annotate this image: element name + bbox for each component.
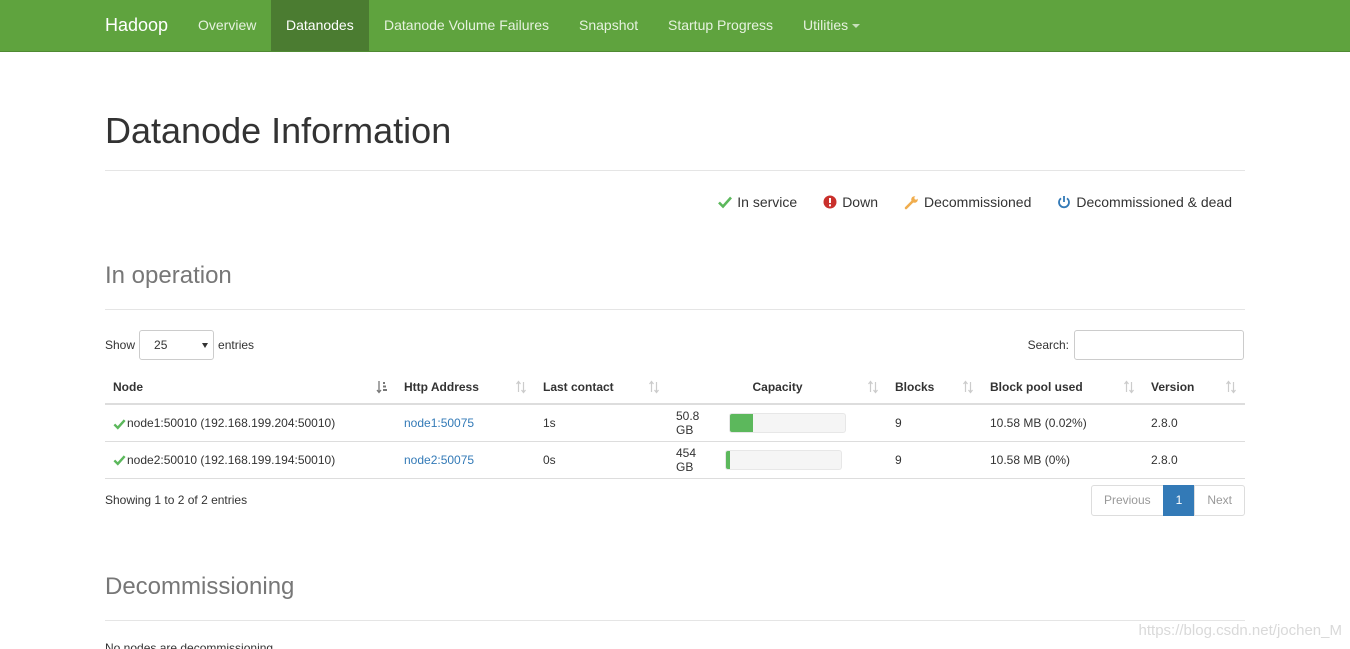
search-label: Search: (1027, 338, 1069, 352)
column-label: Capacity (752, 379, 803, 394)
wrench-icon (904, 195, 918, 209)
brand-logo[interactable]: Hadoop (105, 0, 168, 51)
sort-ascending-icon (376, 381, 387, 394)
capacity-progress-bar (728, 412, 846, 433)
capacity-value: 454 GB (676, 445, 697, 474)
nav-utilities-label: Utilities (803, 17, 849, 33)
legend-in-service: In service (718, 192, 797, 212)
in-service-check-icon (113, 418, 126, 430)
nav-utilities-dropdown[interactable]: Utilities (788, 0, 875, 51)
datanodes-table: Node Http Address Last contact Capacity … (105, 370, 1245, 479)
cell-node: node1:50010 (192.168.199.204:50010) (105, 404, 396, 442)
column-header-capacity[interactable]: Capacity (668, 370, 887, 405)
divider (105, 170, 1245, 171)
legend-label: Down (842, 194, 878, 210)
sort-both-icon (868, 380, 878, 394)
column-header-blocks[interactable]: Blocks (887, 370, 982, 405)
sort-both-icon (516, 380, 526, 394)
divider (105, 309, 1245, 310)
section-title-decommissioning: Decommissioning (105, 573, 295, 600)
section-title-in-operation: In operation (105, 262, 232, 289)
power-icon (1058, 196, 1071, 209)
legend-down: Down (823, 192, 878, 212)
page-size-control: Show 25 entries (105, 330, 254, 360)
cell-blocks: 9 (887, 404, 982, 442)
sort-both-icon (649, 380, 659, 394)
capacity-value: 50.8 GB (676, 408, 700, 437)
cell-version: 2.8.0 (1143, 441, 1245, 479)
column-header-block-pool-used[interactable]: Block pool used (982, 370, 1143, 405)
nav-overview[interactable]: Overview (183, 0, 271, 51)
table-info: Showing 1 to 2 of 2 entries (105, 493, 248, 507)
nav-datanodes[interactable]: Datanodes (271, 0, 369, 51)
cell-last-contact: 0s (535, 441, 668, 479)
decommissioning-empty-text: No nodes are decommissioning (105, 641, 274, 649)
column-label: Blocks (895, 379, 935, 394)
column-header-node[interactable]: Node (105, 370, 396, 405)
status-legend: In service Down Decommissioned Decommiss… (718, 192, 1232, 212)
legend-label: Decommissioned & dead (1076, 194, 1232, 210)
node-name: node1:50010 (192.168.199.204:50010) (127, 415, 336, 430)
table-row: node2:50010 (192.168.199.194:50010) node… (105, 441, 1245, 479)
sort-both-icon (1124, 380, 1134, 394)
capacity-progress-bar (725, 449, 842, 470)
pagination-previous-button[interactable]: Previous (1090, 485, 1164, 516)
nav-datanode-volume-failures[interactable]: Datanode Volume Failures (369, 0, 564, 51)
page-size-value: 25 (154, 338, 168, 352)
caret-down-icon (852, 24, 861, 29)
cell-http-address: node2:50075 (396, 441, 535, 479)
column-label: Last contact (543, 379, 614, 394)
pagination-next-button[interactable]: Next (1194, 485, 1245, 516)
capacity-progress-fill (729, 413, 753, 432)
pagination: Previous 1 Next (1090, 485, 1245, 516)
nav-snapshot[interactable]: Snapshot (564, 0, 653, 51)
check-icon (718, 196, 733, 209)
divider (105, 620, 1245, 621)
nav-startup-progress[interactable]: Startup Progress (653, 0, 788, 51)
cell-version: 2.8.0 (1143, 404, 1245, 442)
exclamation-circle-icon (823, 195, 837, 209)
page-size-select[interactable]: 25 (139, 330, 215, 360)
column-label: Http Address (404, 379, 479, 394)
column-label: Version (1151, 379, 1195, 394)
show-label: Show (105, 338, 136, 352)
legend-label: Decommissioned (923, 194, 1032, 210)
search-control: Search: (1028, 330, 1244, 360)
table-header-row: Node Http Address Last contact Capacity … (105, 370, 1245, 405)
legend-decommissioned: Decommissioned (904, 192, 1031, 212)
table-row: node1:50010 (192.168.199.204:50010) node… (105, 404, 1245, 442)
legend-decommissioned-dead: Decommissioned & dead (1057, 192, 1232, 212)
column-header-last-contact[interactable]: Last contact (535, 370, 668, 405)
cell-block-pool-used: 10.58 MB (0%) (982, 441, 1143, 479)
sort-both-icon (1226, 380, 1236, 394)
pagination-page-1[interactable]: 1 (1162, 485, 1196, 516)
http-address-link[interactable]: node2:50075 (404, 453, 474, 467)
column-label: Block pool used (990, 379, 1083, 394)
cell-last-contact: 1s (535, 404, 668, 442)
column-header-version[interactable]: Version (1143, 370, 1245, 405)
top-navbar: Hadoop Overview Datanodes Datanode Volum… (0, 0, 1350, 52)
in-service-check-icon (113, 455, 126, 466)
column-header-http-address[interactable]: Http Address (396, 370, 535, 405)
entries-label: entries (218, 338, 255, 352)
cell-node: node2:50010 (192.168.199.194:50010) (105, 441, 396, 479)
select-arrow-icon (202, 343, 209, 348)
sort-both-icon (963, 380, 973, 394)
http-address-link[interactable]: node1:50075 (404, 416, 474, 430)
page-title: Datanode Information (105, 110, 452, 151)
capacity-progress-fill (726, 450, 730, 469)
search-input[interactable] (1074, 330, 1244, 360)
column-label: Node (113, 379, 143, 394)
node-name: node2:50010 (192.168.199.194:50010) (127, 452, 336, 467)
cell-blocks: 9 (887, 441, 982, 479)
cell-capacity: 454 GB (668, 441, 887, 479)
cell-capacity: 50.8 GB (668, 404, 887, 442)
cell-http-address: node1:50075 (396, 404, 535, 442)
watermark: https://blog.csdn.net/jochen_M (1138, 622, 1342, 639)
cell-block-pool-used: 10.58 MB (0.02%) (982, 404, 1143, 442)
legend-label: In service (737, 194, 798, 210)
